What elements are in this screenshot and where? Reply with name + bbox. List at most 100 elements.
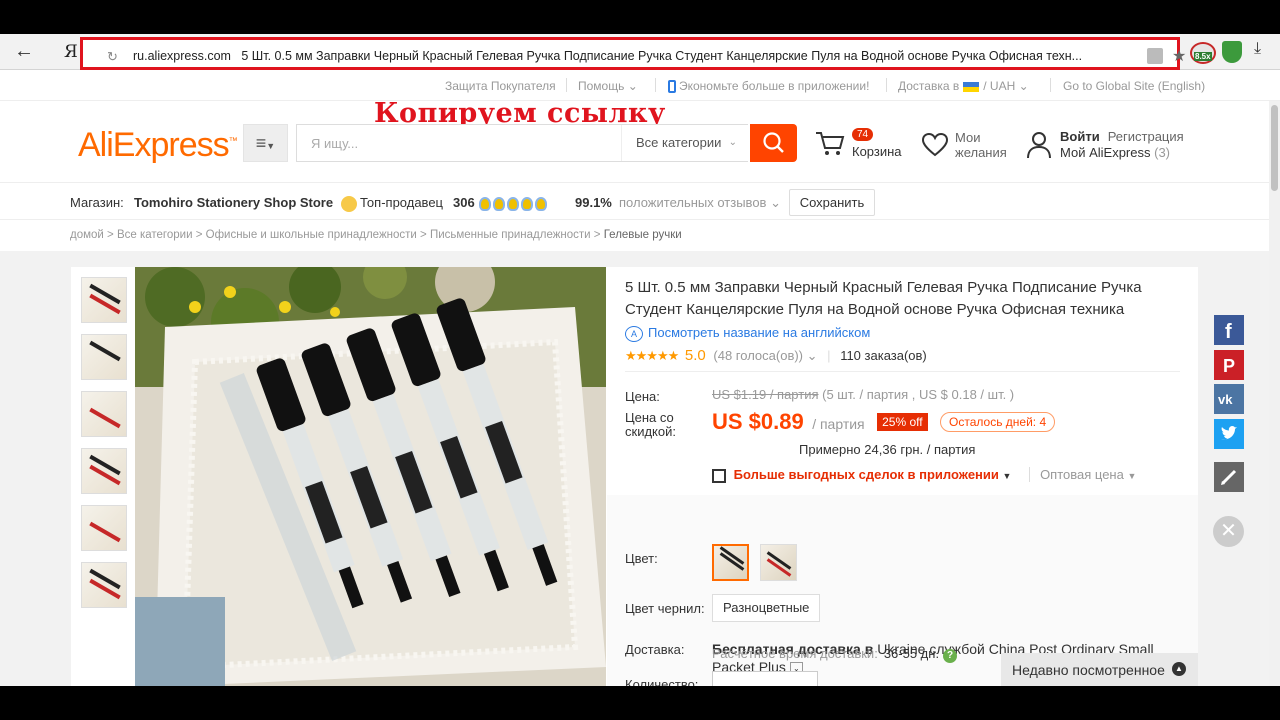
chevron-down-icon: ⌄	[770, 195, 781, 210]
delivery-label: Доставка:	[625, 642, 685, 657]
breadcrumb-home[interactable]: домой	[70, 229, 104, 241]
divider	[625, 371, 1180, 372]
search-button[interactable]	[750, 124, 797, 162]
thumbnail-image[interactable]	[81, 505, 127, 551]
categories-menu-button[interactable]: ≡▼	[243, 124, 288, 162]
product-panel: 5 Шт. 0.5 мм Заправки Черный Красный Гел…	[71, 267, 1198, 686]
divider	[566, 78, 567, 92]
pinterest-icon[interactable]: P	[1214, 350, 1244, 380]
twitter-icon[interactable]	[1214, 419, 1244, 449]
svg-text:vk: vk	[1218, 392, 1233, 407]
wholesale-price-link[interactable]: Оптовая цена ▼	[1029, 467, 1137, 482]
app-link[interactable]: Экономьте больше в приложении!	[668, 79, 869, 94]
qr-code-icon	[712, 468, 726, 483]
price-value: US $0.89	[712, 409, 804, 434]
chevron-down-icon: ⌄	[1018, 79, 1029, 93]
ink-color-option[interactable]: Разноцветные	[712, 594, 821, 622]
global-site-link[interactable]: Go to Global Site (English)	[1063, 79, 1205, 93]
chevron-down-icon: ⌄	[806, 348, 818, 363]
facebook-icon[interactable]: f	[1214, 315, 1244, 345]
heart-icon	[921, 132, 949, 157]
medal-icon	[535, 196, 547, 211]
store-name-link[interactable]: Tomohiro Stationery Shop Store	[134, 195, 333, 210]
price-label: Цена:	[625, 389, 660, 404]
thumbnail-image[interactable]	[81, 391, 127, 437]
medal-icon	[521, 196, 533, 211]
vk-icon[interactable]: vk	[1214, 384, 1244, 414]
discount-price-label: Цена со скидкой:	[625, 410, 676, 439]
url-domain: ru.aliexpress.com	[133, 49, 231, 63]
buyer-protection-link[interactable]: Защита Покупателя	[445, 79, 556, 93]
help-link[interactable]: Помощь ⌄	[578, 79, 638, 93]
browser-toolbar: ← Я ↻ ru.aliexpress.com 5 Шт. 0.5 мм Зап…	[0, 34, 1280, 70]
thumbnail-image[interactable]	[81, 277, 127, 323]
close-icon[interactable]: ✕	[1213, 516, 1244, 547]
breadcrumb: домой > Все категории > Офисные и школьн…	[70, 229, 682, 241]
app-deals-link[interactable]: Больше выгодных сделок в приложении ▼	[734, 467, 1012, 482]
account-menu[interactable]: Войти Регистрация Мой AliExpress (3)	[1026, 128, 1206, 164]
quantity-stepper[interactable]	[712, 671, 818, 686]
divider	[886, 78, 887, 92]
breadcrumb-office-school[interactable]: Офисные и школьные принадлежности	[206, 229, 417, 241]
bookmark-star-icon[interactable]: ★	[1172, 46, 1186, 66]
wishlist-button[interactable]: Мои желания	[921, 128, 1021, 164]
cart-button[interactable]: 74 Корзина	[815, 128, 910, 164]
svg-text:P: P	[1223, 356, 1235, 376]
extension-badge-icon[interactable]: 8.5x	[1190, 42, 1216, 64]
lock-icon[interactable]	[1147, 48, 1163, 64]
download-icon[interactable]: ⤓	[1254, 40, 1261, 58]
login-link[interactable]: Войти	[1060, 129, 1100, 144]
phone-icon	[668, 80, 676, 94]
user-icon	[1027, 132, 1051, 159]
yandex-icon[interactable]: Я	[64, 42, 78, 62]
ship-to-selector[interactable]: Доставка в / UAH ⌄	[898, 79, 1029, 93]
search-icon	[763, 132, 784, 153]
thumbnail-image[interactable]	[81, 334, 127, 380]
shield-extension-icon[interactable]	[1222, 41, 1242, 63]
original-price: US $1.19 / партия (5 шт. / партия , US $…	[712, 387, 1015, 402]
product-photo	[135, 267, 606, 686]
category-select[interactable]: Все категории ⌄	[621, 125, 749, 161]
quantity-label: Количество:	[625, 677, 699, 686]
back-arrow-icon[interactable]: ←	[14, 40, 34, 63]
url-text[interactable]: ru.aliexpress.com 5 Шт. 0.5 мм Заправки …	[133, 49, 1143, 63]
address-bar[interactable]: ↻ ru.aliexpress.com 5 Шт. 0.5 мм Заправк…	[97, 43, 1186, 65]
ukraine-flag-icon	[963, 81, 980, 92]
breadcrumb-writing[interactable]: Письменные принадлежности	[430, 229, 591, 241]
save-store-button[interactable]: Сохранить	[789, 189, 875, 216]
positive-feedback-dropdown[interactable]: положительных отзывов ⌄	[619, 195, 781, 211]
positive-feedback-pct: 99.1%	[575, 195, 612, 210]
store-score: 306	[453, 195, 475, 210]
browser-window: ← Я ↻ ru.aliexpress.com 5 Шт. 0.5 мм Зап…	[0, 34, 1280, 686]
aliexpress-logo[interactable]: AliExpress™	[78, 126, 238, 165]
discount-price: US $0.89 / партия 25% off Осталось дней:…	[712, 409, 1056, 435]
thumbnail-image[interactable]	[81, 448, 127, 494]
thumbnail-image[interactable]	[81, 562, 127, 608]
wishlist-label: Мои желания	[955, 130, 1007, 160]
chevron-up-icon: ▲	[1172, 662, 1186, 676]
ink-color-label: Цвет чернил:	[625, 601, 705, 616]
breadcrumb-all-categories[interactable]: Все категории	[117, 229, 193, 241]
medal-icons	[479, 195, 549, 211]
address-bar-highlight[interactable]: ↻ ru.aliexpress.com 5 Шт. 0.5 мм Заправк…	[80, 37, 1186, 70]
color-swatch-selected[interactable]	[712, 544, 749, 581]
product-info: 5 Шт. 0.5 мм Заправки Черный Красный Гел…	[607, 267, 1198, 686]
translate-title-link[interactable]: A Посмотреть название на английском	[625, 325, 870, 342]
translate-icon: A	[625, 325, 643, 342]
rating-votes[interactable]: (48 голоса(ов)) ⌄	[713, 348, 817, 363]
my-aliexpress-link[interactable]: Мой AliExpress (3)	[1060, 145, 1170, 160]
search-input[interactable]	[297, 125, 617, 161]
reload-icon[interactable]: ↻	[107, 49, 118, 65]
store-label: Магазин:	[70, 195, 124, 210]
register-link[interactable]: Регистрация	[1108, 129, 1184, 144]
product-main-image[interactable]	[135, 267, 606, 686]
caret-down-icon: ▼	[1002, 471, 1012, 481]
scrollbar-thumb[interactable]	[1271, 105, 1278, 191]
help-icon[interactable]: ?	[943, 649, 958, 663]
edit-icon[interactable]	[1214, 462, 1244, 492]
breadcrumb-gel-pens[interactable]: Гелевые ручки	[604, 229, 682, 241]
price-unit: / партия	[812, 416, 865, 432]
scrollbar[interactable]	[1269, 101, 1280, 686]
color-swatch[interactable]	[760, 544, 797, 581]
recently-viewed-panel[interactable]: Недавно посмотренное ▲	[1001, 653, 1198, 686]
